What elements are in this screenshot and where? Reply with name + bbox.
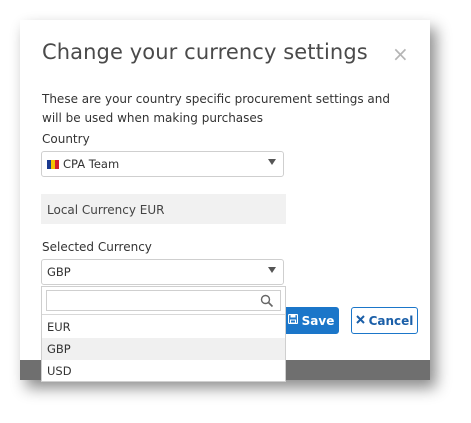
currency-value-text: GBP bbox=[47, 265, 71, 279]
country-value-text: CPA Team bbox=[63, 157, 120, 171]
currency-option-usd[interactable]: USD bbox=[42, 360, 285, 382]
country-label: Country bbox=[42, 132, 90, 146]
cancel-button[interactable]: Cancel bbox=[351, 307, 418, 334]
dropdown-divider bbox=[42, 314, 285, 315]
chevron-down-icon bbox=[268, 267, 276, 273]
country-select[interactable]: CPA Team bbox=[41, 151, 284, 177]
currency-dropdown: EUR GBP USD bbox=[41, 286, 286, 382]
cancel-button-label: Cancel bbox=[368, 313, 414, 328]
close-icon bbox=[355, 314, 365, 327]
country-select-value: CPA Team bbox=[47, 157, 119, 171]
search-icon bbox=[260, 293, 274, 308]
flag-icon bbox=[47, 159, 59, 169]
currency-option-gbp[interactable]: GBP bbox=[42, 338, 285, 360]
floppy-disk-icon bbox=[287, 313, 298, 327]
selected-currency-label: Selected Currency bbox=[42, 240, 152, 254]
currency-select[interactable]: GBP bbox=[41, 259, 284, 285]
currency-select-value: GBP bbox=[47, 265, 71, 279]
local-currency-display: Local Currency EUR bbox=[41, 194, 286, 224]
dialog-title: Change your currency settings bbox=[42, 40, 368, 64]
currency-option-eur[interactable]: EUR bbox=[42, 316, 285, 338]
currency-search-input[interactable] bbox=[46, 290, 281, 311]
save-button[interactable]: Save bbox=[283, 307, 339, 334]
dialog-description: These are your country specific procurem… bbox=[42, 92, 390, 125]
save-button-label: Save bbox=[301, 313, 335, 328]
close-icon[interactable]: × bbox=[392, 42, 409, 66]
chevron-down-icon bbox=[268, 159, 276, 165]
dialog-frame: Change your currency settings × These ar… bbox=[20, 20, 430, 382]
